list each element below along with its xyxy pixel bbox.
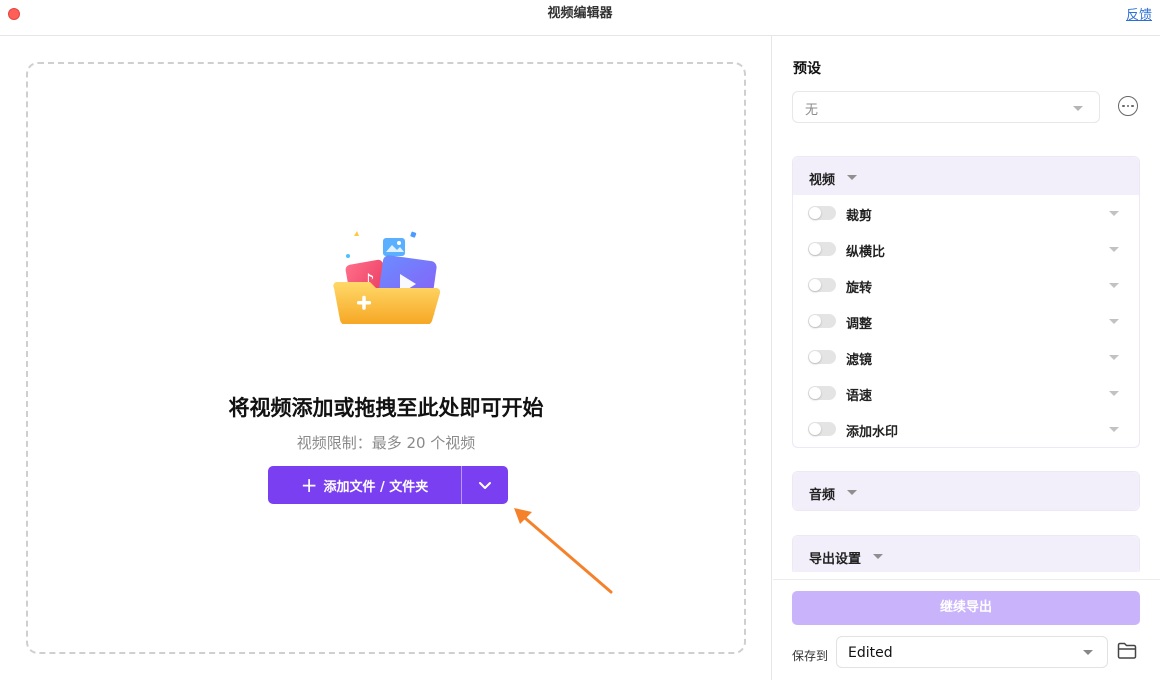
save-to-value: Edited <box>848 645 893 661</box>
add-files-button[interactable]: + 添加文件 / 文件夹 <box>268 466 461 504</box>
preset-select[interactable]: 无 <box>792 91 1100 123</box>
export-settings-section: 导出设置 <box>792 535 1140 572</box>
caret-down-icon[interactable] <box>1109 355 1119 360</box>
caret-down-icon <box>847 490 857 495</box>
annotation-arrow-icon <box>514 508 613 594</box>
drop-zone-title: 将视频添加或拖拽至此处即可开始 <box>228 396 544 420</box>
save-to-select[interactable]: Edited <box>836 636 1108 668</box>
caret-down-icon[interactable] <box>1109 391 1119 396</box>
save-to-label: 保存到 <box>792 649 829 663</box>
preset-label: 预设 <box>793 61 821 77</box>
aspect-ratio-toggle[interactable] <box>808 242 836 256</box>
setting-row-adjust[interactable]: 调整 <box>793 303 1139 339</box>
caret-down-icon[interactable] <box>1109 319 1119 324</box>
caret-down-icon[interactable] <box>1109 427 1119 432</box>
window-title: 视频编辑器 <box>547 6 613 21</box>
continue-export-button[interactable]: 继续导出 <box>792 591 1140 625</box>
crop-toggle[interactable] <box>808 206 836 220</box>
chevron-down-icon <box>479 482 491 489</box>
caret-down-icon <box>1073 106 1083 111</box>
export-footer: 继续导出 保存到 Edited <box>773 579 1160 680</box>
audio-section-label: 音频 <box>809 488 836 503</box>
setting-row-speed[interactable]: 语速 <box>793 375 1139 411</box>
video-section-label: 视频 <box>809 173 836 188</box>
caret-down-icon <box>847 175 857 180</box>
setting-row-rotate[interactable]: 旋转 <box>793 267 1139 303</box>
setting-row-crop[interactable]: 裁剪 <box>793 195 1139 231</box>
setting-row-filter[interactable]: 滤镜 <box>793 339 1139 375</box>
add-files-label: 添加文件 / 文件夹 <box>323 479 429 495</box>
title-bar: 视频编辑器 反馈 <box>0 0 1160 36</box>
setting-row-aspect-ratio[interactable]: 纵横比 <box>793 231 1139 267</box>
video-section: 视频 裁剪 纵横比 旋转 调整 滤镜 语速 添加水印 <box>792 156 1140 448</box>
setting-row-watermark[interactable]: 添加水印 <box>793 411 1139 447</box>
audio-section-header[interactable]: 音频 <box>793 472 1139 510</box>
caret-down-icon[interactable] <box>1109 283 1119 288</box>
add-files-button-group: + 添加文件 / 文件夹 <box>268 466 508 504</box>
filter-toggle[interactable] <box>808 350 836 364</box>
audio-section: 音频 <box>792 471 1140 511</box>
folder-icon[interactable] <box>1117 642 1137 660</box>
setting-label: 语速 <box>846 389 873 404</box>
setting-label: 裁剪 <box>846 209 873 224</box>
watermark-toggle[interactable] <box>808 422 836 436</box>
feedback-link[interactable]: 反馈 <box>1126 4 1152 23</box>
caret-down-icon <box>1083 650 1093 655</box>
preset-value: 无 <box>805 103 819 118</box>
caret-down-icon[interactable] <box>1109 247 1119 252</box>
setting-label: 滤镜 <box>846 353 873 368</box>
setting-label: 纵横比 <box>846 245 886 260</box>
settings-scroll-area[interactable]: 视频 裁剪 纵横比 旋转 调整 滤镜 语速 添加水印 音频 导出设置 <box>773 154 1160 572</box>
settings-panel: 预设 无 视频 裁剪 纵横比 旋转 调整 滤镜 语速 添加水印 音频 导出设置 … <box>773 36 1160 680</box>
video-section-header[interactable]: 视频 <box>793 157 1139 195</box>
setting-label: 调整 <box>846 317 873 332</box>
export-settings-section-label: 导出设置 <box>809 552 862 567</box>
caret-down-icon[interactable] <box>1109 211 1119 216</box>
export-settings-section-header[interactable]: 导出设置 <box>793 536 1139 572</box>
plus-icon: + <box>300 473 318 497</box>
more-options-icon[interactable] <box>1118 96 1138 116</box>
add-media-folder-illustration: ♪ <box>333 231 441 324</box>
video-limit-text: 视频限制：最多 20 个视频 <box>296 434 476 452</box>
adjust-toggle[interactable] <box>808 314 836 328</box>
setting-label: 添加水印 <box>846 425 899 440</box>
speed-toggle[interactable] <box>808 386 836 400</box>
main-area: ♪ 将视频添加或拖拽至此处即可开始 视频限制：最多 20 个视频 + 添加文件 … <box>0 36 772 680</box>
add-options-dropdown-button[interactable] <box>462 466 508 504</box>
video-drop-zone[interactable]: ♪ 将视频添加或拖拽至此处即可开始 视频限制：最多 20 个视频 + 添加文件 … <box>26 62 746 654</box>
setting-label: 旋转 <box>846 281 873 296</box>
rotate-toggle[interactable] <box>808 278 836 292</box>
caret-down-icon <box>873 554 883 559</box>
